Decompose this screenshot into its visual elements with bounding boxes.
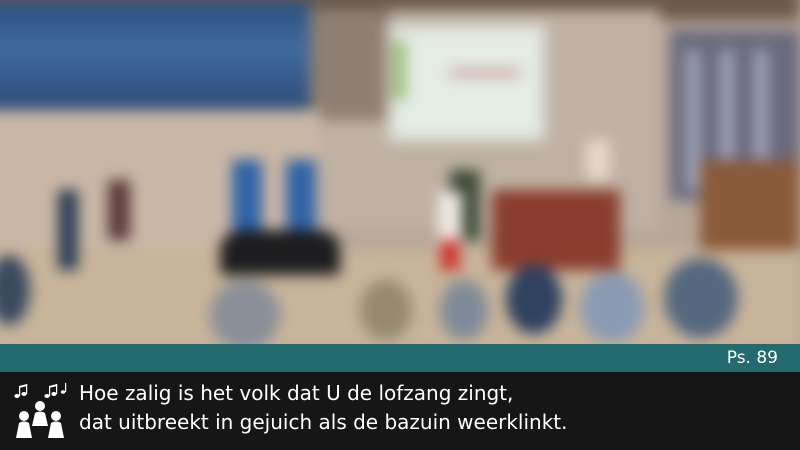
scripture-reference-bar: Ps. 89: [0, 344, 800, 372]
scripture-reference: Ps. 89: [726, 348, 778, 368]
lyric-line: dat uitbreekt in gejuich als de bazuin w…: [79, 410, 568, 434]
singers-icon: [14, 383, 67, 438]
lyrics-text: Hoe zalig is het volk dat U de lofzang z…: [79, 379, 568, 437]
church-background-image: [0, 0, 800, 344]
lyric-line: Hoe zalig is het volk dat U de lofzang z…: [79, 381, 514, 405]
lyrics-panel: Hoe zalig is het volk dat U de lofzang z…: [0, 372, 800, 450]
